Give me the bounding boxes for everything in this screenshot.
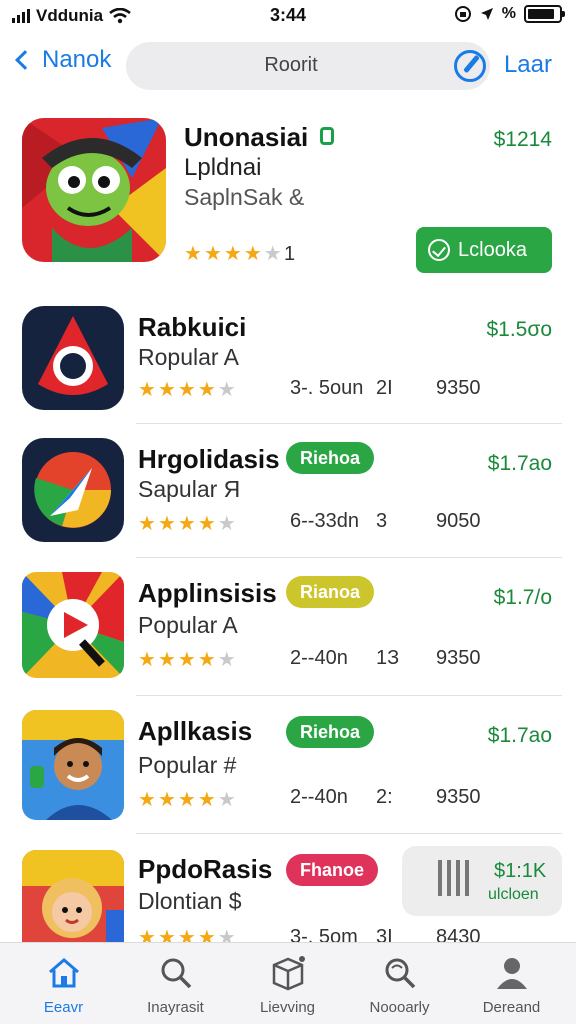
app-age: 3I [376, 926, 393, 942]
app-size: 2--40n [290, 786, 348, 808]
location-icon [480, 8, 493, 20]
tab-discover[interactable]: Noooarly [342, 943, 457, 1024]
featured-app-icon[interactable] [22, 118, 166, 262]
nav-bar: Nanok Roorit Laar [0, 38, 576, 94]
app-badge: Rianoa [286, 576, 375, 608]
app-age: 3 [376, 510, 388, 532]
tab-label: Lievving [259, 999, 316, 1016]
search-icon [161, 958, 192, 989]
tab-search[interactable]: Inayrasit [118, 943, 233, 1024]
featured-app-price: $1214 [493, 128, 552, 151]
search-placeholder: Roorit [264, 54, 318, 76]
app-title: Applinsisis [138, 578, 277, 608]
chevron-left-icon [15, 50, 35, 70]
app-row[interactable]: Rabkuici Ropular A $1.5σo ★ ★ ★ ★ ★ 3-. 5oun… [0, 292, 576, 424]
app-title: Hrgolidasis [138, 444, 280, 474]
app-size: 3-. 5om [290, 926, 358, 942]
home-icon [49, 958, 79, 988]
app-badge: Fhanoe [286, 854, 379, 886]
color-circle-icon [22, 438, 124, 542]
featured-app-subtitle: Lpldnai [184, 154, 262, 181]
app-category: Sapular Я [138, 476, 241, 502]
app-price: $1.7ao [487, 724, 552, 747]
app-icon[interactable] [22, 850, 124, 942]
nav-right-button[interactable]: Laar [504, 51, 552, 79]
app-badge: Riehoa [286, 442, 375, 474]
app-title: Apllkasis [138, 716, 253, 746]
rating-stars: ★ ★ ★ ★ ★ [138, 513, 236, 535]
person-icon [497, 958, 527, 989]
app-age: 2: [376, 786, 393, 808]
verified-icon [320, 127, 334, 145]
featured-app-title: Unonasiai [184, 122, 309, 152]
featured-app-publisher: SaplnSak & [184, 184, 305, 210]
app-age: 2I [376, 377, 393, 399]
app-badge: Riehoa [286, 716, 375, 748]
featured-rating-stars: ★ ★ ★ ★ ★ [184, 243, 282, 265]
app-size: 2--40n [290, 647, 348, 669]
status-bar: Vddunia 3:44 % [0, 0, 576, 32]
rating-stars: ★ ★ ★ ★ ★ [138, 649, 236, 671]
app-title: Rabkuici [138, 312, 247, 342]
tab-label: Inayrasit [147, 999, 204, 1016]
featured-rating-count: 1 [284, 243, 296, 265]
app-downloads: 8430 [436, 926, 481, 942]
tab-label: Dereand [482, 999, 541, 1016]
app-downloads: 9050 [436, 510, 481, 532]
app-age: 1З [376, 647, 400, 669]
app-price: $1.7ao [487, 452, 552, 475]
status-right: % [454, 5, 565, 23]
barcode-icon [438, 860, 469, 896]
red-drop-icon [22, 306, 124, 410]
tab-label: Noooarly [369, 999, 430, 1016]
status-right-text: % [501, 5, 516, 22]
app-row[interactable]: Apllkasis Riehoa Popular # $1.7ao ★ ★ ★ ★ ★ … [0, 696, 576, 834]
cartoon-girl-icon [22, 850, 124, 942]
rating-stars: ★ ★ ★ ★ ★ [138, 379, 236, 401]
app-category: Dlontian $ [138, 888, 242, 914]
app-downloads: 9350 [436, 377, 481, 399]
app-price: $1.5σo [486, 318, 552, 341]
app-category: Ropular A [138, 344, 240, 370]
back-label: Nanok [42, 46, 112, 73]
app-row[interactable]: Applinsisis Rianoa Popular A $1.7/o ★ ★ ★ ★… [0, 558, 576, 696]
tab-bar: Eeavr Inayrasit Lievving Noooarly Derean… [0, 942, 576, 1024]
app-category: Popular A [138, 612, 238, 638]
app-size: 6--33dn [290, 510, 359, 532]
app-icon[interactable] [22, 572, 124, 678]
app-downloads: 9350 [436, 786, 481, 808]
app-price: $1.7/o [493, 586, 552, 609]
price-overlay[interactable]: $1:1K ulcloen [402, 846, 562, 916]
overlay-price-sub: ulcloen [488, 886, 539, 903]
tab-box[interactable]: Lievving [230, 943, 345, 1024]
lock-rotation-icon [454, 6, 471, 22]
search-icon [385, 958, 416, 989]
app-icon[interactable] [22, 438, 124, 542]
app-icon[interactable] [22, 710, 124, 820]
check-circle-icon [428, 239, 450, 261]
app-title: PpdoRasis [138, 854, 273, 884]
app-downloads: 9350 [436, 647, 481, 669]
rating-stars: ★ ★ ★ ★ ★ [138, 927, 236, 942]
tab-label: Eeavr [43, 999, 84, 1016]
tab-profile[interactable]: Dereand [454, 943, 569, 1024]
play-icon [22, 572, 124, 678]
back-button[interactable]: Nanok [12, 46, 111, 74]
compass-icon[interactable] [454, 50, 486, 82]
app-row[interactable]: Hrgolidasis Riehoa Sapular Я $1.7ao ★ ★ ★ ★… [0, 424, 576, 558]
get-button-label: Lclooka [458, 238, 527, 261]
get-button[interactable]: Lclooka [416, 227, 552, 273]
cartoon-man-icon [22, 710, 124, 820]
tab-home[interactable]: Eeavr [6, 943, 121, 1024]
game-character-icon [22, 118, 166, 262]
app-icon[interactable] [22, 306, 124, 410]
search-input[interactable]: Roorit [126, 42, 490, 90]
app-size: 3-. 5oun [290, 377, 364, 399]
featured-app-row[interactable]: Unonasiai Lpldnai SaplnSak & $1214 ★ ★ ★ ★ ★… [0, 110, 576, 282]
box-icon [272, 956, 305, 991]
overlay-price: $1:1K [494, 860, 547, 882]
app-category: Popular # [138, 752, 237, 778]
battery-icon [524, 5, 565, 23]
rating-stars: ★ ★ ★ ★ ★ [138, 789, 236, 811]
